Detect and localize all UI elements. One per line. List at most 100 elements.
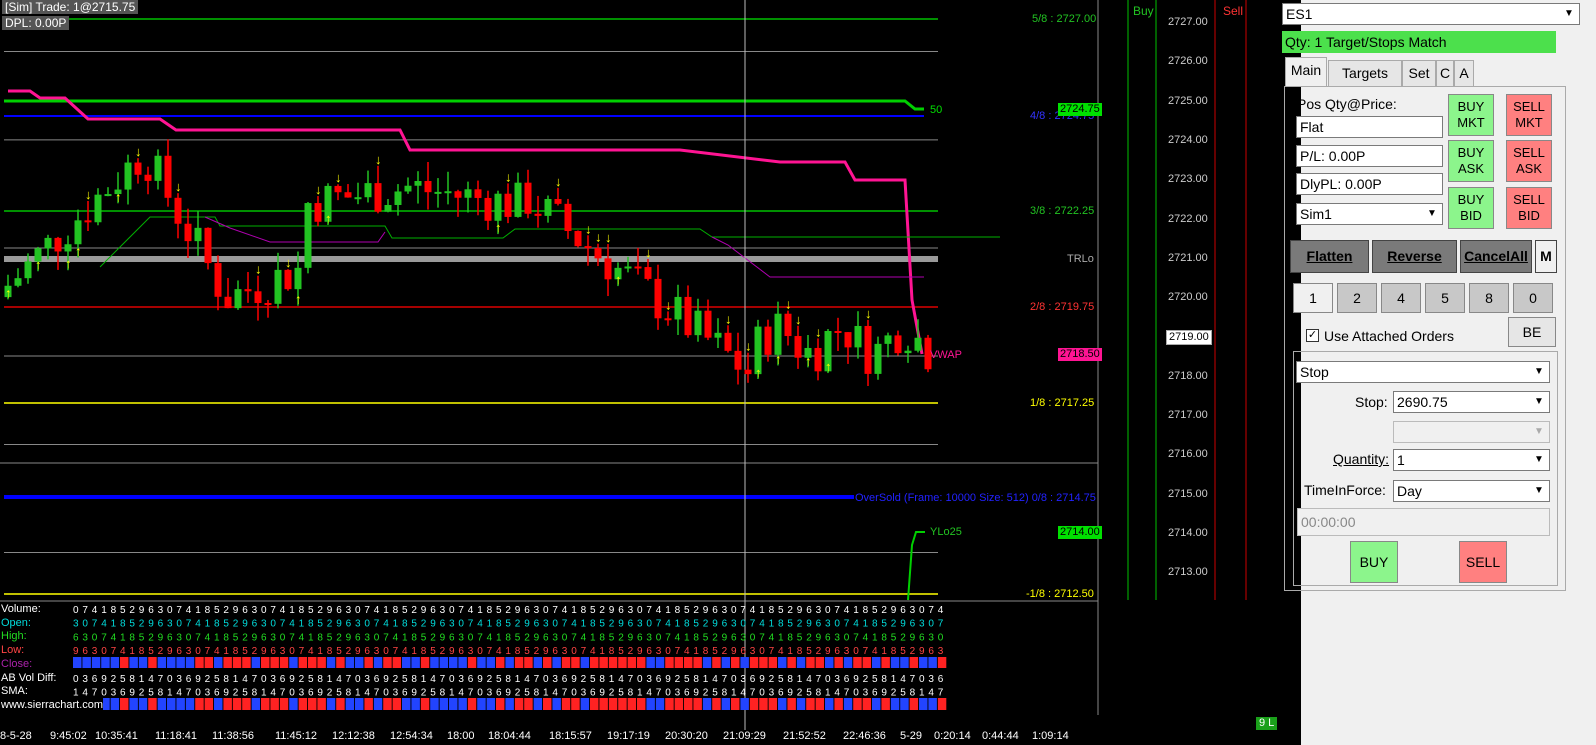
subgraph-value: 5 <box>214 674 220 685</box>
tab-set[interactable]: Set <box>1402 60 1436 87</box>
chevron-down-icon[interactable]: ▼ <box>1530 451 1548 469</box>
close-cell <box>853 657 862 668</box>
subgraph-value: 8 <box>693 674 699 685</box>
tab-targets[interactable]: Targets <box>1328 60 1402 87</box>
sell-ask-button[interactable]: SELL ASK <box>1506 140 1552 182</box>
subgraph-value: 4 <box>336 674 342 685</box>
candle-body <box>524 182 532 214</box>
sma-cell <box>646 698 655 710</box>
subgraph-value: 2 <box>797 688 803 699</box>
subgraph-value: 9 <box>599 688 605 699</box>
subgraph-value: 2 <box>816 646 822 657</box>
ylo-label: YLo25 <box>930 526 962 538</box>
subgraph-value: 4 <box>684 646 690 657</box>
buy-button[interactable]: BUY <box>1350 541 1398 583</box>
quantity-button-5[interactable]: 5 <box>1425 283 1465 313</box>
cancel-all-button[interactable]: CancelAll <box>1460 240 1532 273</box>
account-select[interactable]: Sim1 ▼ <box>1296 203 1443 225</box>
quantity-button-1[interactable]: 1 <box>1293 283 1333 313</box>
chevron-down-icon[interactable]: ▼ <box>1560 5 1578 23</box>
tab-c[interactable]: C <box>1436 60 1454 87</box>
sma-cell <box>712 698 721 710</box>
chevron-down-icon[interactable]: ▼ <box>1530 482 1548 500</box>
flatten-button[interactable]: Flatten <box>1290 240 1369 273</box>
subgraph-value: 0 <box>646 619 652 630</box>
subgraph-value: 5 <box>327 632 333 643</box>
chevron-down-icon[interactable]: ▼ <box>1530 363 1548 381</box>
subgraph-value: 0 <box>289 688 295 699</box>
order-type-select[interactable]: Stop ▼ <box>1296 361 1550 383</box>
subgraph-value: 5 <box>684 674 690 685</box>
chart-area[interactable]: ↑ ↑ ↑ ↑ ↓ ↑ ↓ ↓ ↓ ↓ ↑ ↓ ↑ ↓ ↓ ↑ ↓ ↓ ↓ ↓ ↓ ↑ ↓ ↓ ↓ ↓ ↑ ↑ ↓ ↓ ↑ ↓ ↑ ↓ 0 7 4 1 8 5… <box>0 0 1301 745</box>
subgraph-value: 7 <box>938 619 944 630</box>
quantity-button-4[interactable]: 4 <box>1381 283 1421 313</box>
subgraph-value: 5 <box>787 619 793 630</box>
oversold-label: OverSold (Frame: 10000 Size: 512) 0/8 : … <box>855 492 1096 504</box>
subgraph-value: 2 <box>524 632 530 643</box>
sell-mkt-button[interactable]: SELL MKT <box>1506 94 1552 136</box>
sma-cell <box>439 698 449 710</box>
subgraph-value: 5 <box>214 605 220 616</box>
tab-a[interactable]: A <box>1454 60 1474 87</box>
close-cell <box>533 657 543 668</box>
sma-cell <box>449 698 458 710</box>
buy-mkt-button[interactable]: BUY MKT <box>1448 94 1494 136</box>
candle-body <box>44 237 52 249</box>
subgraph-value: 6 <box>834 646 840 657</box>
subgraph-value: 2 <box>139 688 145 699</box>
subgraph-value: 9 <box>571 674 577 685</box>
symbol-select[interactable]: ES1 ▼ <box>1282 3 1580 25</box>
subgraph-value: 8 <box>129 674 135 685</box>
quantity-field[interactable]: 1 ▼ <box>1393 449 1550 471</box>
candle-body <box>644 267 652 279</box>
quantity-button-8[interactable]: 8 <box>1469 283 1509 313</box>
subgraph-value: 9 <box>139 605 145 616</box>
price-axis-label: 2717.00 <box>1168 409 1208 421</box>
stop-price-field[interactable]: 2690.75 ▼ <box>1393 391 1550 413</box>
close-cell <box>514 657 524 668</box>
subgraph-value: 7 <box>928 605 934 616</box>
sma-cell <box>486 698 496 710</box>
sell-button[interactable]: SELL <box>1459 541 1507 583</box>
subgraph-value: 5 <box>308 605 314 616</box>
chevron-down-icon[interactable]: ▼ <box>1423 205 1441 223</box>
be-button[interactable]: BE <box>1508 317 1556 347</box>
sma-cell <box>223 698 232 710</box>
sell-label: SELL <box>1465 554 1501 570</box>
sell-bid-button[interactable]: SELL BID <box>1506 187 1552 229</box>
quantity-button-0[interactable]: 0 <box>1513 283 1553 313</box>
close-cell <box>881 657 890 668</box>
close-cell <box>684 657 693 668</box>
stop-value: 2690.75 <box>1397 394 1448 410</box>
buy-ask-button[interactable]: BUY ASK <box>1448 140 1494 182</box>
subgraph-value: 6 <box>158 619 164 630</box>
sma-cell <box>787 698 796 710</box>
sma-cell <box>768 698 778 710</box>
subgraph-value: 6 <box>402 688 408 699</box>
tab-main[interactable]: Main <box>1285 57 1327 87</box>
quantity-button-2[interactable]: 2 <box>1337 283 1377 313</box>
price-chart[interactable]: ↑↑ ↑↑↓ ↑↓↓↓ ↓↑↓↑↓↓↑↓ ↓↓↓ ↓↑↓↓↓↓↑↑↓↓↑↓↑↓0 7 4 1 8 5… <box>0 0 1301 745</box>
subgraph-value: 3 <box>656 646 662 657</box>
subgraph-value: 8 <box>769 605 775 616</box>
subgraph-value: 7 <box>656 619 662 630</box>
sma-cell <box>637 698 646 710</box>
sma-cell <box>120 698 129 710</box>
subgraph-value: 5 <box>120 674 126 685</box>
buy-bid-button[interactable]: BUY BID <box>1448 187 1494 229</box>
reverse-button[interactable]: Reverse <box>1372 240 1457 273</box>
subgraph-value: 6 <box>552 646 558 657</box>
subgraph-value: 3 <box>205 688 211 699</box>
tif-select[interactable]: Day ▼ <box>1393 480 1550 502</box>
level-1-8: 1/8 : 2717.25 <box>1030 397 1095 409</box>
m-button[interactable]: M <box>1535 240 1557 273</box>
candle-body <box>54 237 62 252</box>
subgraph-value: 0 <box>731 605 737 616</box>
chevron-down-icon[interactable]: ▼ <box>1530 393 1548 411</box>
subgraph-value: 1 <box>233 674 239 685</box>
close-cell <box>373 657 383 668</box>
close-cell <box>580 657 590 668</box>
attached-orders-checkbox[interactable]: ✓ <box>1306 329 1319 342</box>
subgraph-value: 3 <box>834 674 840 685</box>
secondary-price-field: ▼ <box>1393 421 1550 443</box>
